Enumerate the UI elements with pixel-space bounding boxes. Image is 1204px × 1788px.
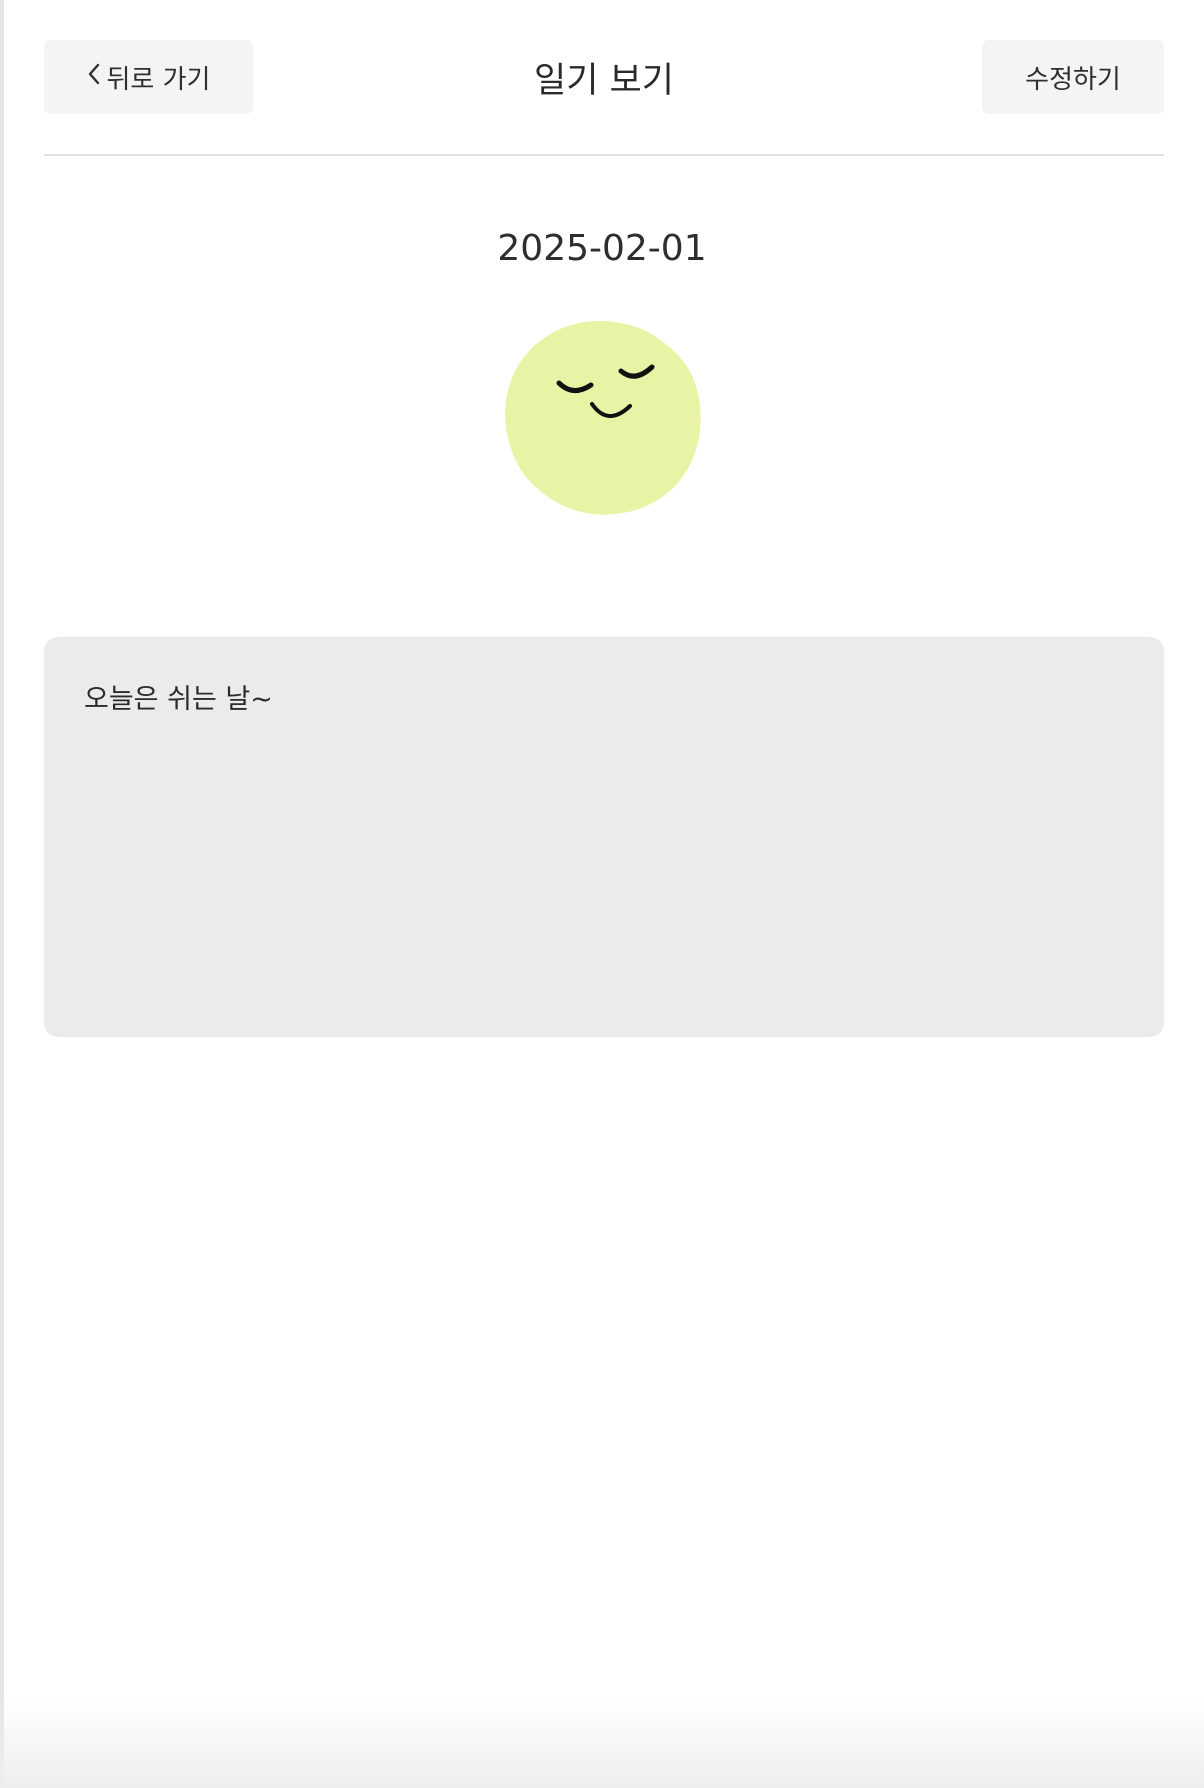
back-button-label: 뒤로 가기 <box>106 64 211 95</box>
diary-view-page: 뒤로 가기 일기 보기 수정하기 2025-02-01 오늘은 쉬는 날~ <box>0 0 1204 1788</box>
back-button[interactable]: 뒤로 가기 <box>44 40 253 114</box>
bottom-shade <box>0 1698 1204 1788</box>
diary-content-text: 오늘은 쉬는 날~ <box>84 684 273 715</box>
chevron-left-icon <box>87 62 101 93</box>
edit-button[interactable]: 수정하기 <box>982 40 1164 114</box>
header-divider <box>44 154 1164 156</box>
emotion-blob <box>505 321 701 515</box>
diary-date: 2025-02-01 <box>497 228 707 269</box>
header: 뒤로 가기 일기 보기 수정하기 <box>44 40 1164 116</box>
peaceful-smile-face-icon <box>503 317 703 517</box>
diary-content-box: 오늘은 쉬는 날~ <box>44 637 1164 1037</box>
